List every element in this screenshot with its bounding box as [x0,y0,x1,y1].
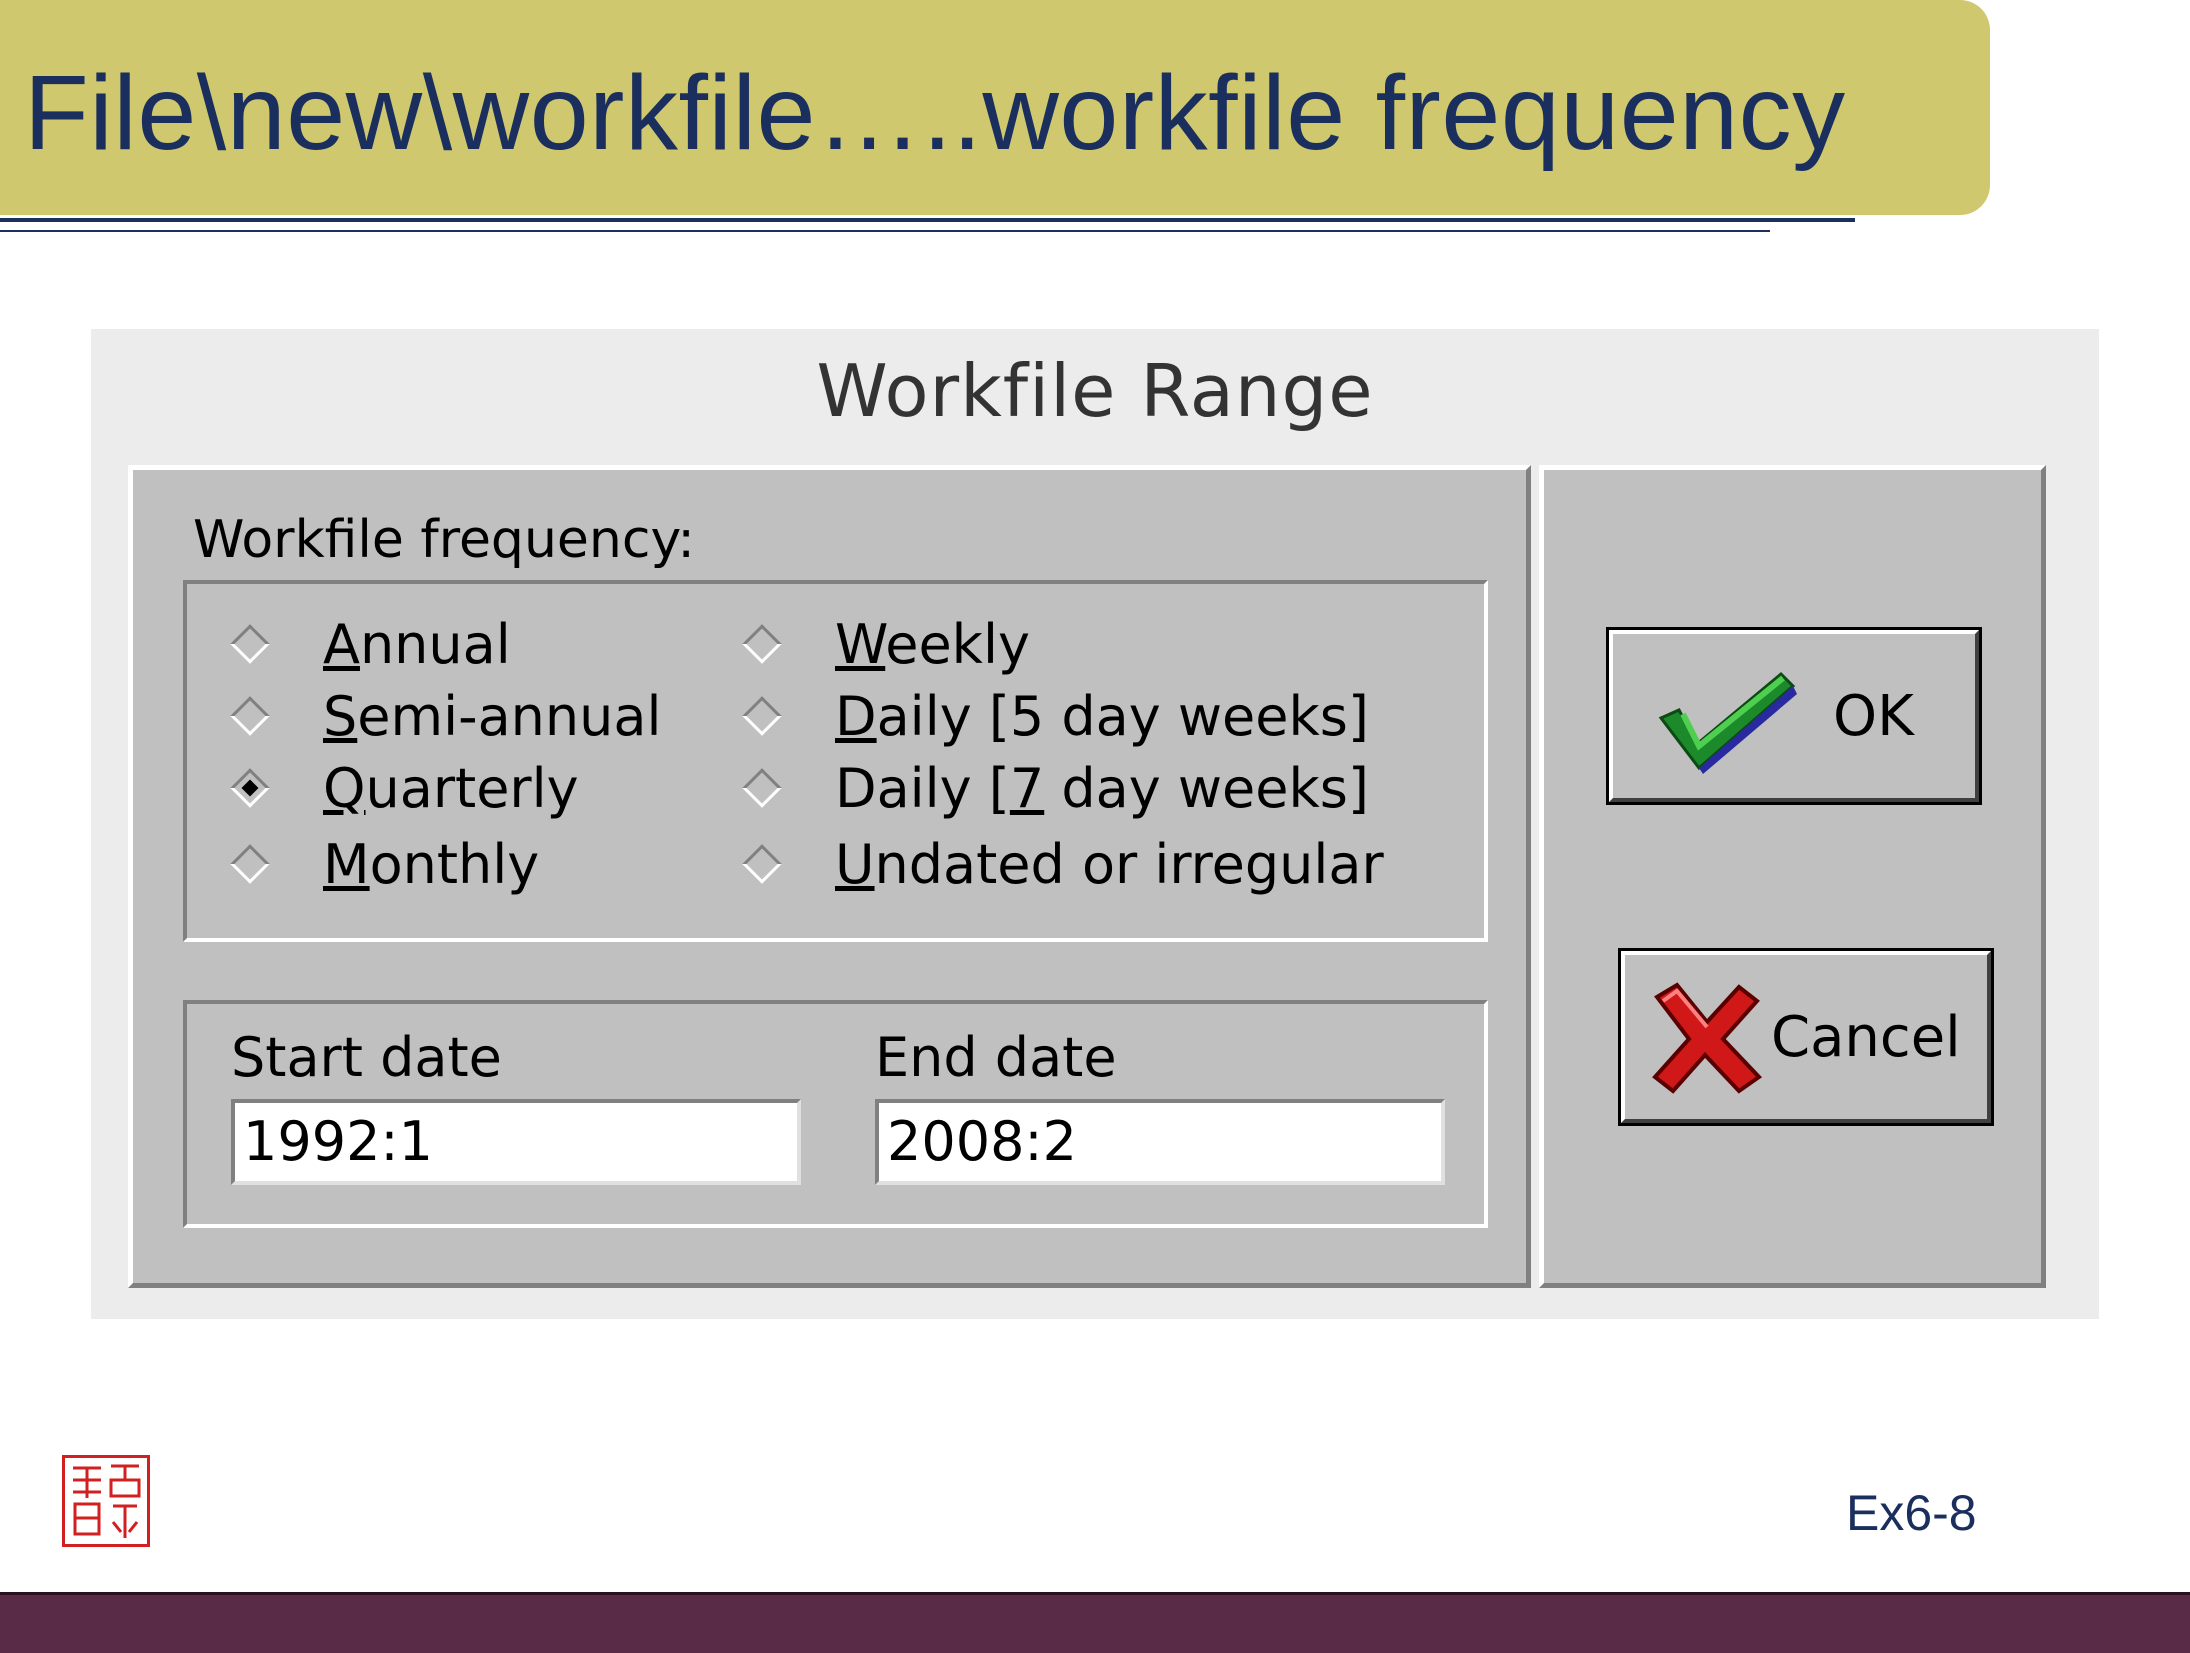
cancel-button[interactable]: Cancel [1618,948,1994,1126]
radio-monthly[interactable]: Monthly [223,832,539,896]
radio-daily-5[interactable]: Daily [5 day weeks] [735,684,1369,748]
radio-weekly[interactable]: Weekly [735,612,1030,676]
radio-diamond-icon [227,621,273,667]
radio-diamond-checked-icon [227,765,273,811]
slide-title-bar: File\new\workfile…..workfile frequency [0,0,1990,215]
start-date-label: Start date [231,1026,502,1089]
radio-label: Annual [323,612,511,676]
start-date-input[interactable]: 1992:1 [231,1099,801,1185]
radio-diamond-icon [739,693,785,739]
options-panel: Workfile frequency: Annual Semi-annual Q… [128,465,1531,1288]
bottom-bar [0,1592,2190,1653]
red-x-icon [1647,977,1767,1097]
checkmark-icon [1653,656,1803,776]
radio-diamond-icon [227,693,273,739]
workfile-range-dialog: Workfile Range Workfile frequency: Annua… [91,329,2099,1319]
radio-undated[interactable]: Undated or irregular [735,832,1384,896]
radio-label: Monthly [323,832,540,896]
radio-daily-7[interactable]: Daily [7 day weeks] [735,756,1369,820]
frequency-group: Annual Semi-annual Quarterly Monthly Wee… [183,580,1488,942]
slide-number: Ex6-8 [1846,1485,1977,1541]
radio-label: Daily [7 day weeks] [835,756,1369,820]
radio-label: Undated or irregular [835,832,1384,896]
radio-label: Quarterly [323,756,579,820]
cancel-button-label: Cancel [1771,1004,1961,1070]
end-date-input[interactable]: 2008:2 [875,1099,1445,1185]
ok-button[interactable]: OK [1606,627,1982,805]
radio-label: Weekly [835,612,1030,676]
ok-button-label: OK [1833,683,1914,749]
radio-diamond-icon [739,621,785,667]
radio-diamond-icon [227,841,273,887]
frequency-label: Workfile frequency: [193,510,695,570]
title-rule-thin [0,230,1770,232]
seal-stamp-icon [62,1455,150,1547]
radio-quarterly[interactable]: Quarterly [223,756,579,820]
radio-diamond-icon [739,841,785,887]
buttons-panel: OK Cancel [1539,465,2046,1288]
radio-diamond-icon [739,765,785,811]
radio-label: Semi-annual [323,684,662,748]
end-date-label: End date [875,1026,1117,1089]
date-range-group: Start date 1992:1 End date 2008:2 [183,1000,1488,1228]
radio-semi-annual[interactable]: Semi-annual [223,684,661,748]
title-rule [0,218,1855,222]
slide-title: File\new\workfile…..workfile frequency [24,54,1846,172]
dialog-title: Workfile Range [816,349,1374,433]
radio-annual[interactable]: Annual [223,612,511,676]
radio-label: Daily [5 day weeks] [835,684,1369,748]
